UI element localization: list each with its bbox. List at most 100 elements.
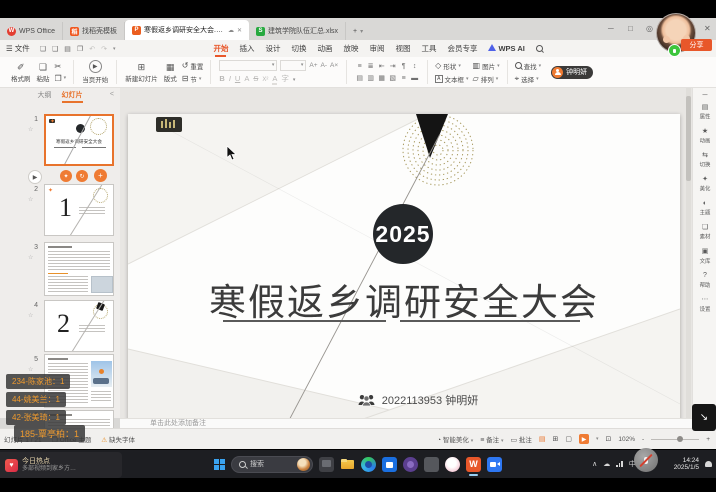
textbox-button[interactable]: A文本框▾ — [435, 74, 468, 84]
indent-button[interactable]: ⇥ — [390, 62, 396, 70]
layout-button[interactable]: ▦ 版式 — [164, 62, 177, 83]
taskbar-app-gray[interactable] — [424, 457, 439, 472]
font-name-select[interactable]: ▾ — [219, 60, 277, 71]
share-button[interactable]: 分享 — [681, 39, 712, 51]
underline-button[interactable]: U — [235, 74, 240, 83]
format-painter-button[interactable]: ✐ 格式刷 — [11, 62, 31, 83]
export-icon[interactable]: ❐ — [77, 45, 83, 53]
font-grow-button[interactable]: A+ — [309, 62, 317, 69]
align-center-button[interactable]: ▥ — [367, 74, 374, 82]
menu-tools[interactable]: 工具 — [421, 43, 436, 54]
menu-home[interactable]: 开始 — [213, 43, 228, 54]
mic-muted-overlay[interactable] — [634, 448, 658, 472]
new-slide-button[interactable]: ⊞ 新建幻灯片 — [125, 62, 158, 83]
sidebar-item-settings[interactable]: ⋯设置 — [693, 296, 716, 313]
strike-button[interactable]: S — [253, 74, 258, 83]
menu-transition[interactable]: 切换 — [291, 43, 306, 54]
slide-thumbnail-4[interactable]: 2 — [44, 300, 114, 352]
bullets-button[interactable]: ≡ — [358, 63, 362, 70]
align-right-button[interactable]: ▦ — [378, 74, 385, 82]
missing-font-warning[interactable]: ⚠ 缺失字体 — [101, 434, 135, 444]
menu-design[interactable]: 设计 — [265, 43, 280, 54]
tray-clock[interactable]: 14:24 2025/1/5 — [674, 457, 699, 472]
user-badge[interactable]: 钟明妍 — [551, 66, 593, 79]
menu-review[interactable]: 审阅 — [369, 43, 384, 54]
tab-current-presentation[interactable]: P 寒假返乡调研安全大会.pptx ☁ ✕ — [125, 20, 249, 40]
sidebar-item-theme[interactable]: ◐主题 — [693, 200, 716, 217]
taskbar-file-explorer[interactable] — [340, 457, 355, 472]
cut-button[interactable]: ✂ — [55, 62, 67, 71]
tray-expand-icon[interactable]: ∧ — [592, 460, 597, 468]
tray-cloud-icon[interactable]: ☁ — [603, 460, 610, 468]
arrange-button[interactable]: ▱排列▾ — [473, 74, 500, 84]
scrollbar-thumb[interactable] — [686, 96, 691, 181]
sidebar-item-help[interactable]: ?帮助 — [693, 272, 716, 289]
taskbar-meeting-app[interactable] — [487, 457, 502, 472]
taskbar-app-purple[interactable] — [403, 457, 418, 472]
zoom-in-button[interactable]: + — [706, 436, 710, 443]
select-button[interactable]: ⌖选择▾ — [515, 74, 542, 84]
new-tab-button[interactable]: + ▾ — [346, 22, 370, 40]
text-direction-button[interactable]: ▬ — [411, 75, 418, 82]
tab-wps-home[interactable]: W WPS Office — [0, 22, 63, 40]
slide-title-text[interactable]: 寒假返乡调研安全大会 — [128, 272, 680, 326]
taskbar-store[interactable] — [382, 457, 397, 472]
skin-button[interactable]: ◎ — [646, 24, 653, 33]
highlight-button[interactable]: 字 — [281, 73, 289, 84]
annotation-tool-button[interactable]: ↘ — [692, 404, 716, 431]
taskbar-app-dark[interactable] — [319, 457, 334, 472]
collapse-panel-icon[interactable]: < — [110, 91, 114, 98]
zoom-slider-knob[interactable] — [677, 436, 683, 442]
font-color-button[interactable]: A — [272, 74, 277, 85]
tray-network-icon[interactable] — [616, 461, 623, 467]
change-template-button[interactable]: ↻ — [76, 170, 88, 182]
sidebar-item-library[interactable]: ▣文库 — [693, 248, 716, 265]
superscript-button[interactable]: X² — [262, 77, 268, 83]
comments-button[interactable]: ▭ 批注 — [510, 434, 531, 444]
save-icon[interactable]: ❑ — [52, 45, 58, 53]
view-reading-button[interactable]: ▢ — [565, 435, 572, 443]
slide[interactable]: 2025 寒假返乡调研安全大会 2022113953 钟明妍 — [128, 114, 680, 426]
fit-slide-button[interactable]: ⊡ — [606, 435, 612, 443]
menu-member[interactable]: 会员专享 — [447, 43, 477, 54]
smart-beautify-button[interactable]: ◔ 智能美化 ▾ — [437, 434, 473, 444]
sidebar-item-beautify[interactable]: ✦美化 — [693, 176, 716, 193]
italic-button[interactable]: I — [229, 74, 231, 83]
hotspot-toast[interactable]: ♥ 今日热点 多部视频到家乡方… — [0, 452, 122, 478]
play-slide-button[interactable]: ▶ — [28, 170, 42, 184]
taskbar-edge[interactable] — [361, 457, 376, 472]
align-left-button[interactable]: ▤ — [356, 74, 363, 82]
font-shrink-button[interactable]: A- — [321, 62, 328, 69]
tab-docer-templates[interactable]: 稻 找稻壳模板 — [63, 22, 125, 40]
toolbar-handle[interactable]: ─ — [693, 92, 716, 100]
section-button[interactable]: ⊟节▾ — [182, 74, 204, 84]
menu-animation[interactable]: 动画 — [317, 43, 332, 54]
slideshow-play-button[interactable]: ▶ — [579, 434, 589, 444]
sidebar-item-transition[interactable]: ⇆切换 — [693, 152, 716, 169]
file-menu[interactable]: ☰ 文件 — [6, 43, 30, 54]
zoom-level[interactable]: 102% — [618, 436, 635, 443]
clear-format-button[interactable]: A× — [330, 62, 338, 69]
more-icon[interactable]: ▾ — [113, 46, 116, 52]
search-icon[interactable] — [536, 45, 543, 52]
picture-button[interactable]: ▥图片▾ — [473, 61, 500, 71]
find-button[interactable]: 查找▾ — [515, 61, 542, 71]
font-size-select[interactable]: ▾ — [280, 60, 306, 71]
taskbar-wps[interactable]: W — [466, 457, 481, 472]
redo-icon[interactable]: ↷ — [101, 45, 107, 53]
distribute-button[interactable]: ≡ — [402, 75, 406, 82]
close-window-button[interactable]: ✕ — [704, 24, 711, 33]
editing-canvas[interactable]: 2025 寒假返乡调研安全大会 2022113953 钟明妍 — [120, 88, 692, 418]
taskbar-app-pink[interactable] — [445, 457, 460, 472]
justify-button[interactable]: ▧ — [389, 74, 396, 82]
menu-insert[interactable]: 插入 — [239, 43, 254, 54]
sidebar-item-properties[interactable]: ▤属性 — [693, 104, 716, 121]
menu-view[interactable]: 视图 — [395, 43, 410, 54]
close-tab-icon[interactable]: ✕ — [237, 27, 242, 34]
zoom-slider[interactable] — [651, 439, 699, 440]
paste-button[interactable]: ❏ 粘贴 — [37, 62, 50, 83]
copy-button[interactable]: ❐▾ — [55, 74, 67, 83]
bold-button[interactable]: B — [219, 74, 224, 83]
taskbar-search[interactable]: 搜索 — [231, 456, 313, 473]
outdent-button[interactable]: ⇤ — [379, 62, 385, 70]
